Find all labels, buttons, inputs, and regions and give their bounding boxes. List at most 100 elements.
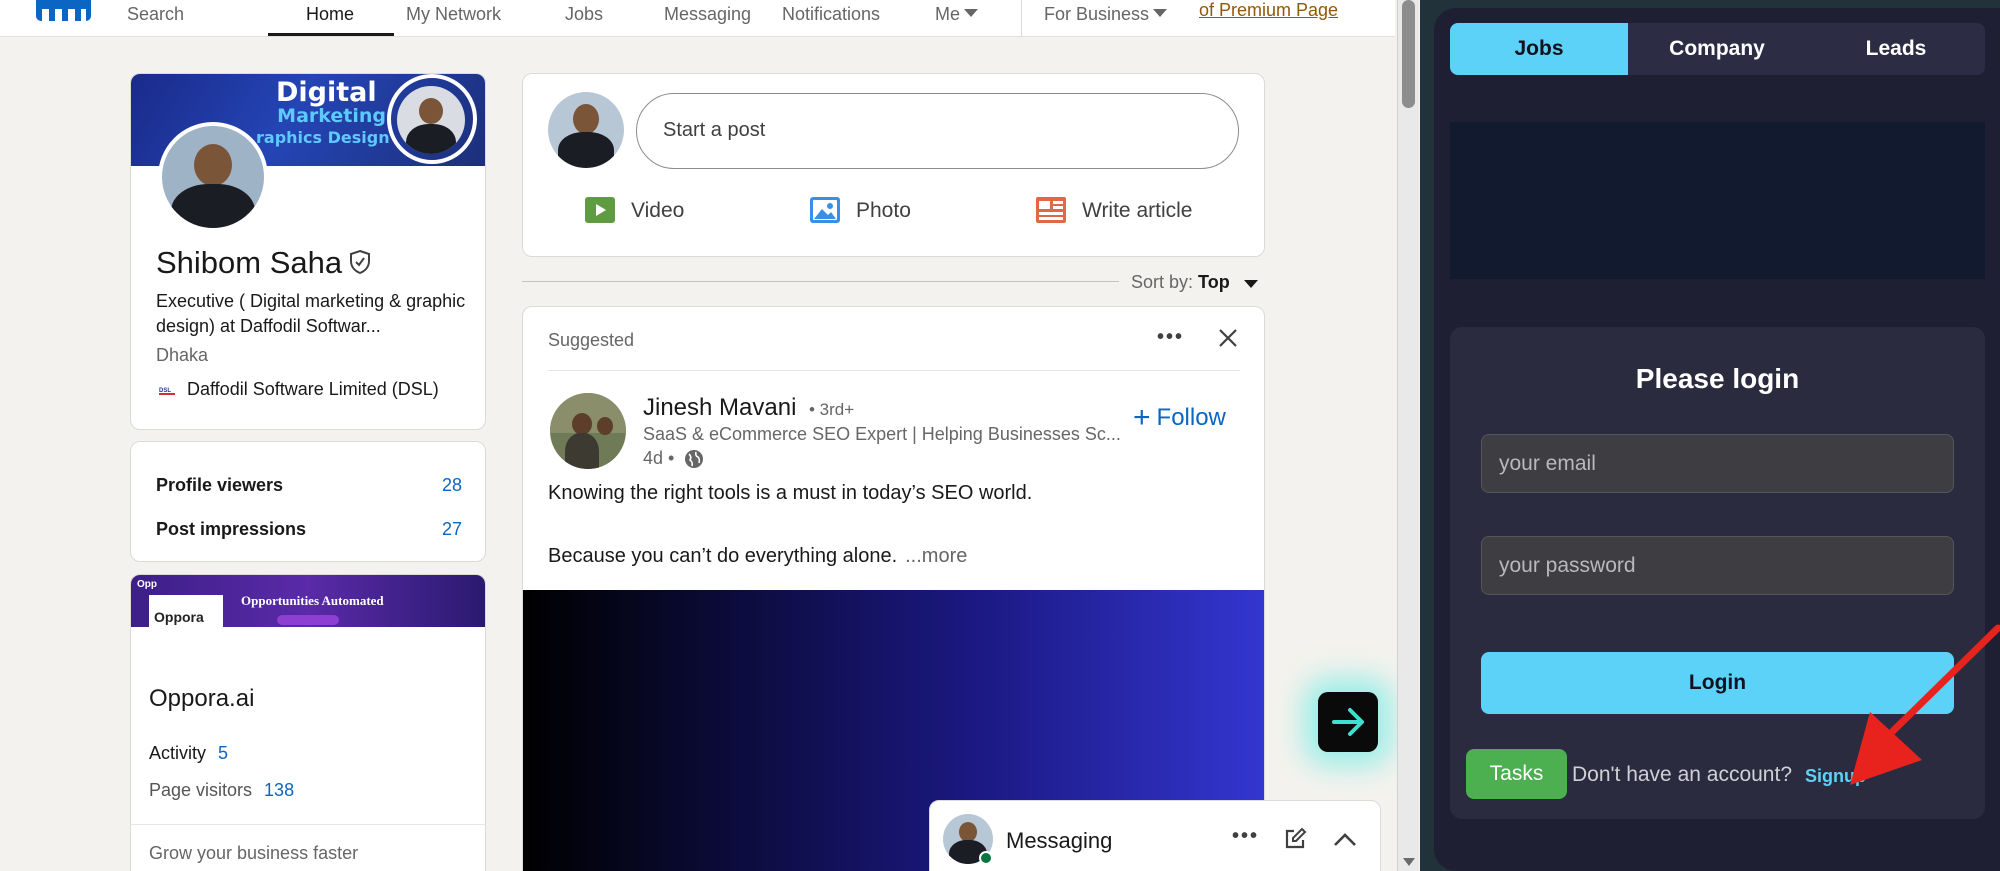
company-logo-text: Oppora [154,609,204,625]
nav-item-my-network[interactable]: My Network [406,4,501,25]
nav-item-notifications[interactable]: Notifications [782,4,880,25]
post-impressions-row[interactable]: Post impressions 27 [156,519,462,540]
globe-icon [685,450,703,468]
annotation-arrow-icon [1850,624,2000,785]
no-account-text: Don't have an account? [1572,763,1792,786]
author-headline: SaaS & eCommerce SEO Expert | Helping Bu… [643,424,1121,444]
banner-subtitle: Marketing [277,105,386,127]
banner-title: Digital [276,77,377,108]
video-label: Video [631,199,685,222]
author-avatar[interactable] [550,393,626,469]
tasks-button[interactable]: Tasks [1466,749,1567,799]
profile-stats-card: Profile viewers 28 Post impressions 27 [130,441,486,562]
post-text-line-2: Because you can’t do everything alone...… [548,545,967,568]
nav-item-me-label: Me [935,4,961,24]
profile-card: Digital Marketing raphics Design Shibom … [130,73,486,430]
nav-item-for-business[interactable]: For Business [1044,4,1168,25]
start-post-input[interactable]: Start a post [636,93,1239,169]
company-logo[interactable]: Oppora [149,595,223,641]
write-article-label: Write article [1082,199,1193,222]
chevron-down-icon[interactable] [1244,280,1258,288]
feed-post: Suggested ••• Jinesh Mavani • 3rd+ SaaS … [522,306,1265,871]
nav-divider [1021,0,1022,36]
write-article-button[interactable]: Write article [1035,196,1245,226]
messaging-title[interactable]: Messaging [1006,828,1112,854]
article-icon [1036,197,1066,223]
profile-viewers-count: 28 [441,475,462,495]
sort-dropdown[interactable]: Sort by: Top [1131,272,1230,293]
company-name[interactable]: Oppora.ai [149,685,254,713]
company-activity-count: 5 [218,743,229,763]
linkedin-logo-icon[interactable] [36,0,91,21]
extension-tab-bar: Jobs Company Leads [1450,23,1985,75]
tab-jobs[interactable]: Jobs [1450,23,1628,75]
company-visitors-count: 138 [264,780,295,800]
post-divider [548,370,1240,371]
company-cta[interactable]: Grow your business faster [149,843,358,864]
sort-label: Sort by: [1131,272,1194,292]
profile-headline: Executive ( Digital marketing & graphic … [156,291,466,336]
more-options-icon[interactable]: ••• [1157,326,1184,349]
share-box: Start a post Video Photo Write article [522,73,1265,257]
profile-company[interactable]: Daffodil Software Limited (DSL) [187,379,439,400]
post-text-line-2-content: Because you can’t do everything alone. [548,545,898,567]
photo-button[interactable]: Photo [809,196,959,226]
top-navigation-bar: Search Home My Network Jobs Messaging No… [0,0,1395,37]
page-scrollbar[interactable] [1397,0,1419,871]
chevron-down-icon [1153,9,1168,17]
scroll-down-arrow-icon[interactable] [1403,858,1415,866]
more-options-icon[interactable]: ••• [1232,825,1259,848]
share-avatar[interactable] [548,92,624,168]
profile-avatar[interactable] [158,122,268,232]
company-logo-icon: DSL [159,384,175,396]
tab-leads[interactable]: Leads [1807,23,1985,75]
banner-photo [397,86,465,154]
premium-page-link[interactable]: of Premium Page [1199,0,1338,21]
verified-shield-icon[interactable] [349,249,371,275]
company-activity-label: Activity [149,743,207,763]
sort-divider [522,281,1119,282]
company-activity-row[interactable]: Activity 5 [149,743,228,764]
company-visitors-row[interactable]: Page visitors 138 [149,780,294,801]
online-status-indicator [979,851,993,865]
company-banner-title: Opportunities Automated [241,593,384,608]
profile-location: Dhaka [156,345,209,365]
email-field[interactable] [1481,434,1954,493]
see-more-link[interactable]: ...more [905,545,967,567]
photo-icon [810,197,840,223]
post-text-line-1: Knowing the right tools is a must in tod… [548,482,1033,504]
nav-item-home[interactable]: Home [306,4,354,25]
video-button[interactable]: Video [584,196,724,226]
card-divider [131,824,485,825]
password-field[interactable] [1481,536,1954,595]
post-impressions-count: 27 [441,519,462,539]
login-title: Please login [1635,363,1800,394]
scrollbar-thumb[interactable] [1402,0,1415,108]
sort-value: Top [1198,272,1230,292]
post-impressions-label: Post impressions [156,519,307,539]
chevron-up-icon[interactable] [1333,831,1357,847]
plus-icon: + [1133,401,1151,434]
messaging-bar[interactable]: Messaging ••• [929,800,1381,871]
start-post-placeholder: Start a post [663,119,766,141]
close-icon[interactable] [1216,326,1240,350]
tab-company[interactable]: Company [1628,23,1806,75]
nav-item-me[interactable]: Me [935,4,979,25]
arrow-right-icon [1332,708,1364,736]
profile-viewers-row[interactable]: Profile viewers 28 [156,475,462,496]
post-context-label: Suggested [548,330,635,350]
follow-button[interactable]: + Follow [1133,401,1226,435]
nav-search-label[interactable]: Search [127,4,184,25]
author-degree: • 3rd+ [809,400,855,419]
compose-icon[interactable] [1283,827,1307,851]
nav-item-for-business-label: For Business [1044,4,1150,24]
profile-name[interactable]: Shibom Saha [156,245,342,281]
company-banner-button [277,615,339,625]
nav-item-jobs[interactable]: Jobs [565,4,603,25]
arrow-right-button[interactable] [1318,692,1378,752]
post-timestamp: 4d • [643,448,675,468]
author-name[interactable]: Jinesh Mavani [643,394,796,422]
chevron-down-icon [964,9,979,17]
nav-item-messaging[interactable]: Messaging [664,4,751,25]
profile-viewers-label: Profile viewers [156,475,284,495]
